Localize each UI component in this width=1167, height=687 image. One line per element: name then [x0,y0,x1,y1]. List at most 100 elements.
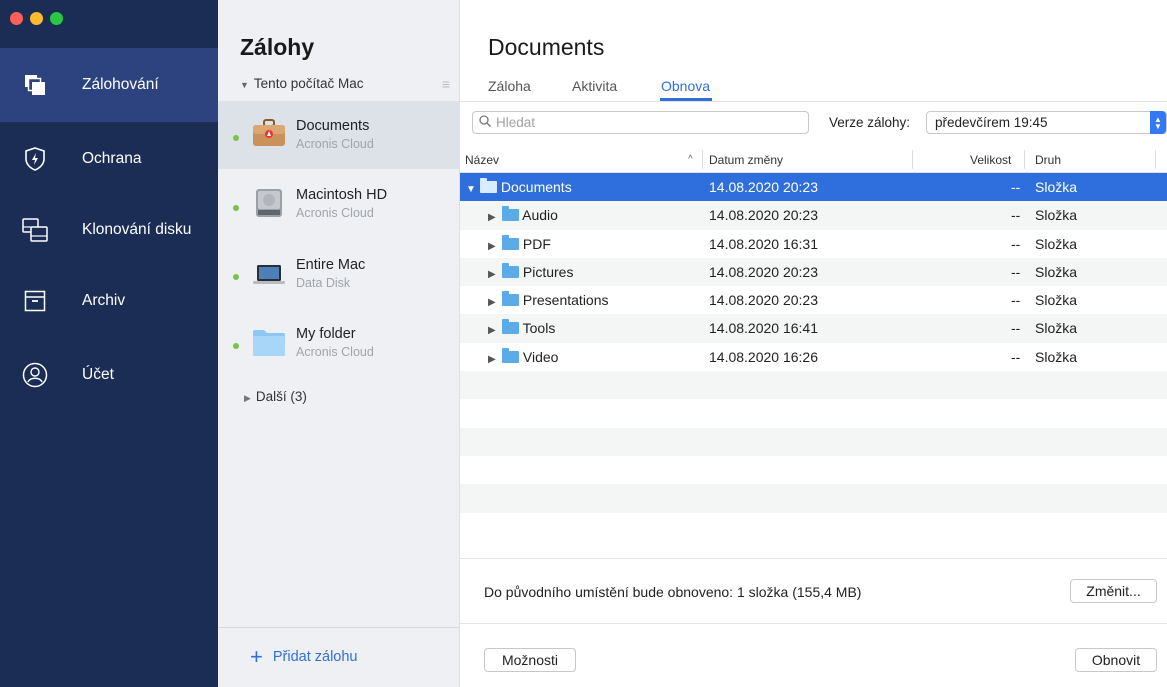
nav-label: Účet [82,366,114,383]
column-header-kind[interactable]: Druh [1035,153,1061,167]
collapsed-triangle-icon[interactable]: ▶ [488,354,502,365]
nav-item-archive[interactable]: Archiv [0,264,218,338]
backup-item-macintosh-hd[interactable]: Macintosh HD Acronis Cloud [218,170,460,238]
backup-group-header[interactable]: ▼ Tento počítač Mac ≡ [240,76,450,96]
backup-version-select[interactable]: předevčírem 19:45 ▲ ▼ [926,111,1167,134]
window-minimize-button[interactable] [30,12,43,25]
column-divider[interactable] [912,150,913,169]
table-row[interactable]: ▶ Video 14.08.2020 16:26 -- Složka [460,343,1167,371]
account-icon [22,362,48,388]
add-backup-label: Přidat zálohu [272,649,358,665]
backup-item-my-folder[interactable]: My folder Acronis Cloud [218,309,460,377]
collapsed-triangle-icon[interactable]: ▶ [488,297,502,308]
empty-row [460,484,1167,513]
folder-icon [502,319,519,335]
table-row[interactable]: ▶ Audio 14.08.2020 20:23 -- Složka [460,201,1167,230]
row-kind: Složka [1035,179,1078,195]
folder-icon [502,206,519,222]
row-kind: Složka [1035,292,1078,309]
change-location-button[interactable]: Změnit... [1070,579,1157,603]
empty-row [460,399,1167,427]
expanded-triangle-icon[interactable]: ▼ [466,184,480,195]
table-row[interactable]: ▶ PDF 14.08.2020 16:31 -- Složka [460,230,1167,258]
file-table: ▼ Documents 14.08.2020 20:23 -- Složka ▶ Aud… [460,173,1167,541]
collapsed-triangle-icon[interactable]: ▶ [488,269,502,280]
empty-row [460,513,1167,541]
backup-name: Macintosh HD [296,187,388,203]
backups-panel: Zálohy ▼ Tento počítač Mac ≡ Documents Ac… [218,0,460,687]
folder-icon [502,262,519,278]
backup-location: Acronis Cloud [296,206,374,220]
status-dot [233,205,239,211]
backup-location: Acronis Cloud [296,345,374,359]
tab-activity[interactable]: Aktivita [572,78,617,94]
row-name: Pictures [522,263,574,280]
row-date: 14.08.2020 16:41 [709,320,818,337]
nav-label: Klonování disku [82,221,192,238]
nav-item-disk-clone[interactable]: Klonování disku [0,193,218,267]
column-header-size[interactable]: Velikost [970,153,1011,167]
row-size: -- [1011,292,1021,309]
row-kind: Složka [1035,235,1078,252]
backup-item-documents[interactable]: Documents Acronis Cloud [218,101,460,169]
empty-row [460,371,1167,400]
collapsed-triangle-icon[interactable]: ▶ [488,325,502,336]
backup-name: Entire Mac [296,257,366,273]
add-backup-button[interactable]: + Přidat zálohu [250,644,358,669]
status-dot [233,274,239,280]
backup-item-entire-mac[interactable]: Entire Mac Data Disk [218,240,460,308]
backup-version-value: předevčírem 19:45 [935,115,1048,130]
backup-name: My folder [296,326,356,342]
main-panel: Documents Záloha Aktivita Obnova Hledat … [460,0,1167,687]
folder-icon [252,327,286,357]
status-dot [233,135,239,141]
row-date: 14.08.2020 16:26 [709,348,818,365]
column-divider[interactable] [1024,150,1025,169]
nav-item-backup[interactable]: Zálohování [0,48,218,122]
nav-item-protection[interactable]: Ochrana [0,122,218,196]
collapsed-triangle-icon[interactable]: ▶ [488,241,502,252]
plus-icon: + [250,644,263,669]
more-backups-toggle[interactable]: ▶ Další (3) [244,389,307,404]
row-date: 14.08.2020 20:23 [709,263,818,280]
row-date: 14.08.2020 20:23 [709,292,818,309]
row-name: Audio [522,207,558,224]
backup-location: Acronis Cloud [296,137,374,151]
row-kind: Složka [1035,320,1078,337]
backup-name: Documents [296,118,370,134]
collapsed-triangle-icon[interactable]: ▶ [488,212,502,223]
window-close-button[interactable] [10,12,23,25]
search-input[interactable]: Hledat [472,111,809,134]
table-row[interactable]: ▶ Presentations 14.08.2020 20:23 -- Složka [460,286,1167,314]
divider [460,101,1167,102]
table-row[interactable]: ▶ Pictures 14.08.2020 20:23 -- Složka [460,257,1167,287]
column-header-name[interactable]: Název [465,153,499,167]
sort-ascending-icon: ^ [688,154,693,165]
column-divider[interactable] [702,150,703,169]
briefcase-icon [252,118,286,148]
list-menu-icon[interactable]: ≡ [442,76,450,92]
row-size: -- [1011,179,1021,195]
options-button[interactable]: Možnosti [484,648,576,672]
restore-summary: Do původního umístění bude obnoveno: 1 s… [460,558,1167,624]
row-size: -- [1011,235,1021,252]
tab-backup[interactable]: Záloha [488,78,531,94]
nav-item-account[interactable]: Účet [0,338,218,412]
page-title: Documents [488,34,605,60]
shield-icon [22,146,48,172]
chevron-updown-icon: ▲ ▼ [1150,111,1166,134]
folder-icon [502,347,519,363]
restore-button[interactable]: Obnovit [1075,648,1157,672]
table-row[interactable]: ▶ Tools 14.08.2020 16:41 -- Složka [460,314,1167,343]
column-divider[interactable] [1155,150,1156,169]
clone-disk-icon [22,217,48,243]
backup-location: Data Disk [296,276,351,290]
folder-icon [502,234,519,250]
row-name: Documents [500,179,572,195]
tab-recovery[interactable]: Obnova [661,78,710,94]
window-maximize-button[interactable] [50,12,63,25]
column-header-date[interactable]: Datum změny [709,153,783,167]
row-date: 14.08.2020 20:23 [709,207,818,224]
folder-icon [502,291,519,307]
table-row[interactable]: ▼ Documents 14.08.2020 20:23 -- Složka [460,173,1167,202]
